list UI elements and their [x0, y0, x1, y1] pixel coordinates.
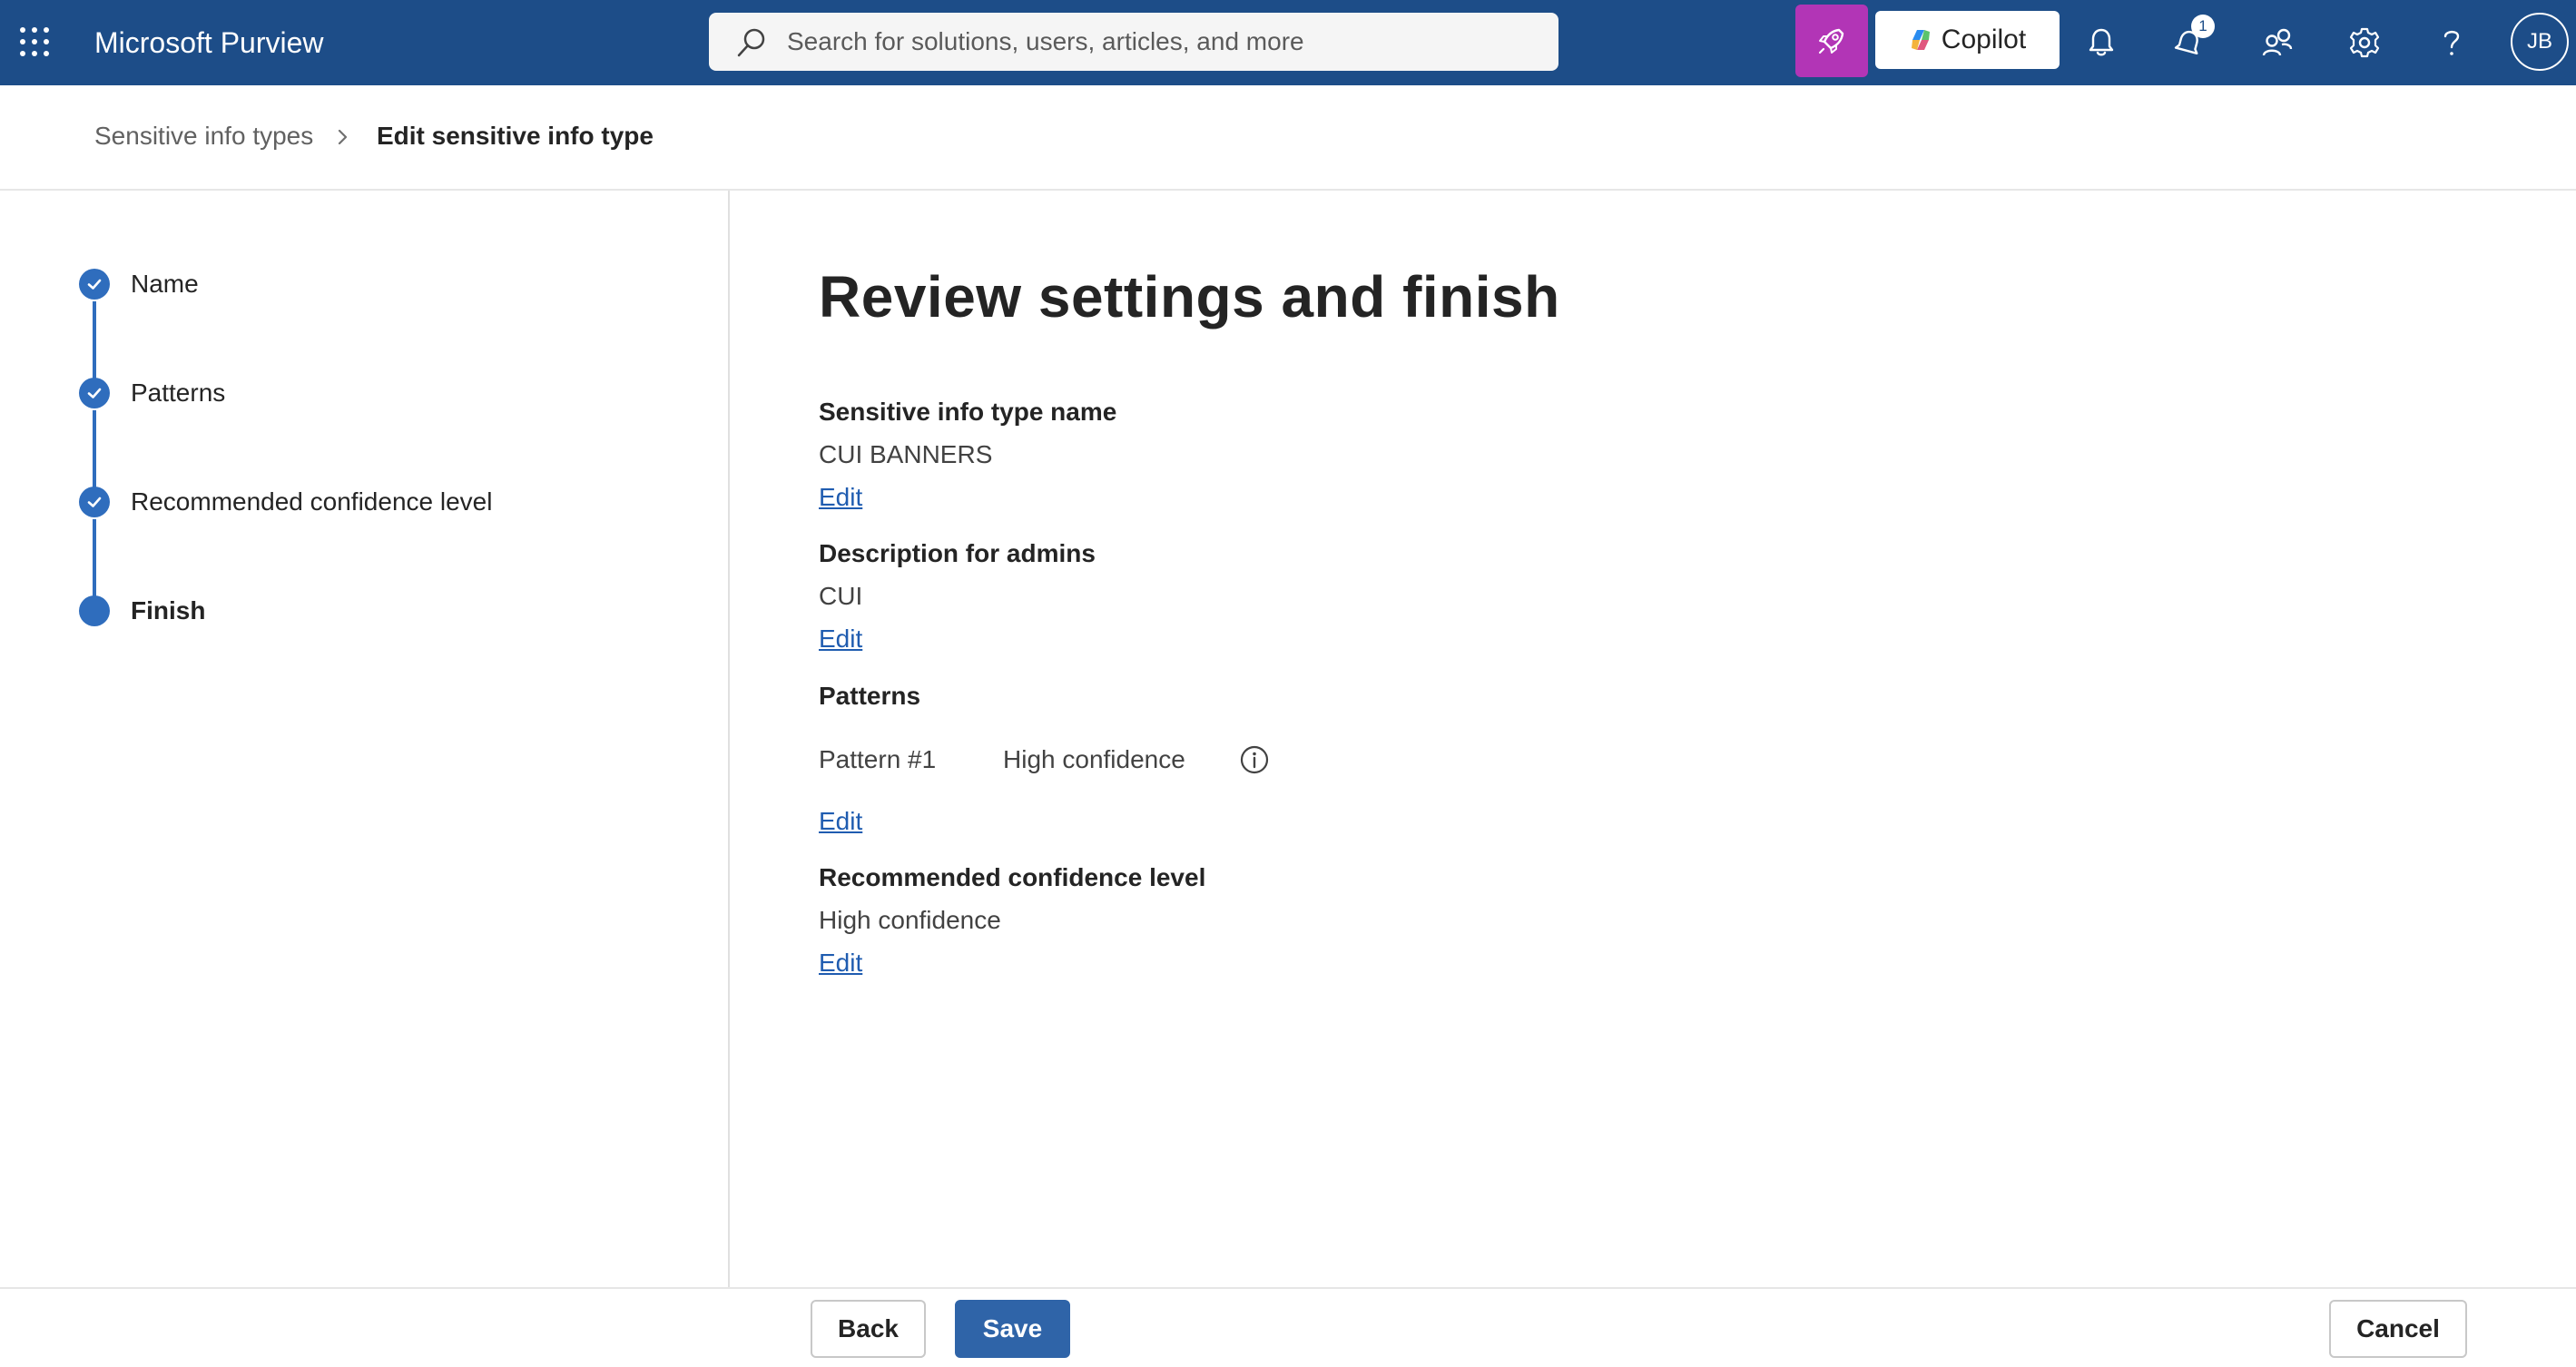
back-button[interactable]: Back: [811, 1300, 926, 1358]
pattern-name: Pattern #1: [819, 745, 937, 773]
section-value-name: CUI BANNERS: [819, 440, 993, 468]
step-current-icon: [79, 595, 110, 626]
pattern-confidence: High confidence: [1003, 745, 1185, 773]
section-heading-description: Description for admins: [819, 539, 1096, 567]
alerts-button[interactable]: 1: [2166, 15, 2215, 65]
app-launcher-icon[interactable]: [20, 27, 51, 58]
search-icon: [737, 28, 765, 57]
people-icon: [2262, 28, 2293, 56]
copilot-button[interactable]: Copilot: [1875, 11, 2060, 69]
search-box[interactable]: [709, 13, 1558, 71]
step-recommended-confidence[interactable]: Recommended confidence level: [131, 487, 492, 517]
section-heading-confidence: Recommended confidence level: [819, 863, 1206, 891]
step-completed-icon: [79, 487, 110, 517]
step-connector: [93, 301, 96, 379]
copilot-icon: [1911, 30, 1930, 50]
section-value-description: CUI: [819, 582, 863, 610]
cancel-button[interactable]: Cancel: [2329, 1300, 2467, 1358]
breadcrumb-sensitive-info-types[interactable]: Sensitive info types: [94, 122, 313, 151]
edit-patterns-link[interactable]: Edit: [819, 807, 862, 836]
edit-name-link[interactable]: Edit: [819, 483, 862, 512]
notification-badge: 1: [2191, 15, 2215, 38]
search-input[interactable]: [787, 24, 1531, 60]
notifications-button[interactable]: [2079, 20, 2124, 65]
section-value-confidence: High confidence: [819, 906, 1001, 934]
section-heading-name: Sensitive info type name: [819, 398, 1117, 426]
help-icon: [2443, 30, 2460, 55]
rocket-button[interactable]: [1795, 5, 1868, 77]
step-completed-icon: [79, 269, 110, 300]
top-bar: Microsoft Purview Copilot: [0, 0, 2576, 85]
step-finish[interactable]: Finish: [131, 595, 205, 626]
community-button[interactable]: [2255, 20, 2300, 65]
chevron-right-icon: [338, 129, 348, 145]
wizard-steps: Name Patterns Recommended confidence lev…: [0, 191, 730, 1287]
step-completed-icon: [79, 378, 110, 408]
copilot-label: Copilot: [1941, 25, 2027, 54]
step-connector: [93, 519, 96, 597]
help-button[interactable]: [2429, 20, 2474, 65]
edit-description-link[interactable]: Edit: [819, 624, 862, 654]
page-title: Review settings and finish: [819, 264, 1560, 329]
rocket-icon: [1818, 28, 1844, 54]
footer-actions: Back Save Cancel: [0, 1287, 2576, 1367]
step-patterns[interactable]: Patterns: [131, 378, 225, 408]
gear-icon: [2349, 27, 2380, 58]
app-title[interactable]: Microsoft Purview: [94, 25, 324, 60]
step-connector: [93, 410, 96, 488]
settings-button[interactable]: [2342, 20, 2387, 65]
breadcrumb: Sensitive info types Edit sensitive info…: [0, 85, 2576, 191]
bell-icon: [2089, 28, 2114, 56]
step-name[interactable]: Name: [131, 269, 199, 300]
section-heading-patterns: Patterns: [819, 682, 921, 710]
info-icon[interactable]: [1239, 744, 1270, 775]
breadcrumb-current: Edit sensitive info type: [377, 122, 654, 150]
save-button[interactable]: Save: [955, 1300, 1070, 1358]
edit-confidence-link[interactable]: Edit: [819, 949, 862, 978]
review-panel: Review settings and finish Sensitive inf…: [732, 191, 2576, 1287]
avatar[interactable]: JB: [2511, 13, 2569, 71]
